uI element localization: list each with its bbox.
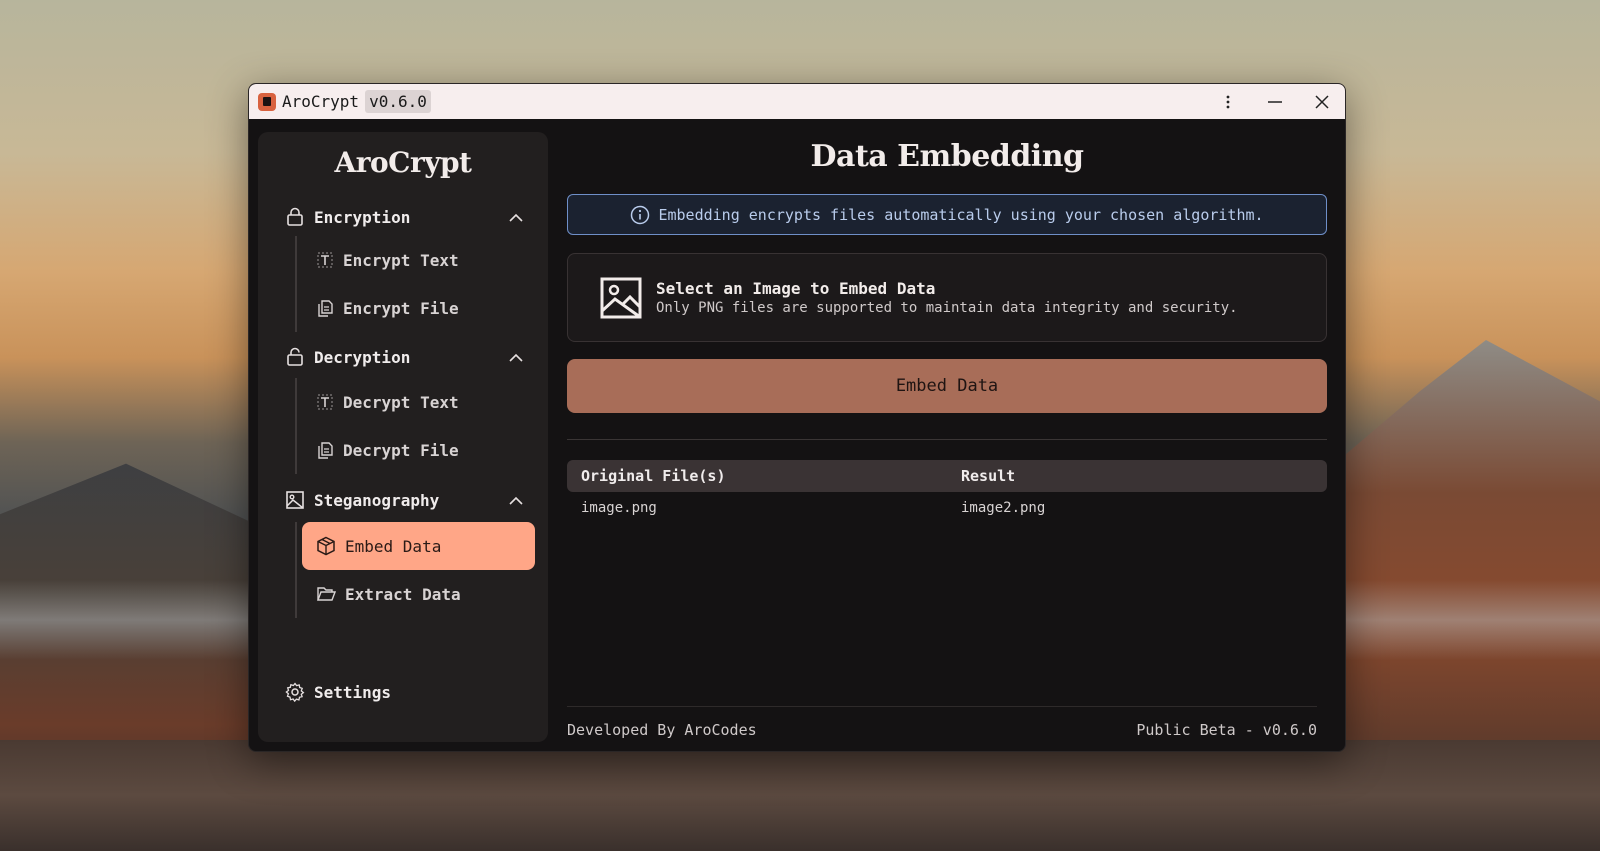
select-card-subtitle: Only PNG files are supported to maintain… bbox=[656, 300, 1238, 316]
tree-line bbox=[295, 522, 297, 618]
column-header-original: Original File(s) bbox=[581, 467, 726, 485]
files-icon bbox=[318, 442, 333, 459]
column-header-result: Result bbox=[961, 467, 1016, 485]
version-badge: v0.6.0 bbox=[365, 90, 431, 113]
text-icon bbox=[317, 252, 333, 268]
info-icon bbox=[631, 205, 650, 224]
titlebar[interactable]: AroCrypt v0.6.0 bbox=[249, 84, 1345, 119]
sidebar-section-label: Steganography bbox=[314, 490, 440, 510]
footer-divider bbox=[567, 706, 1317, 707]
window-title: AroCrypt bbox=[282, 92, 360, 111]
sidebar-item-decrypt-file[interactable]: Decrypt File bbox=[302, 426, 535, 474]
page-title: Data Embedding bbox=[810, 139, 1084, 174]
tree-line bbox=[295, 236, 297, 332]
gear-icon bbox=[285, 682, 305, 702]
unlock-icon bbox=[287, 347, 303, 366]
sidebar-item-label: Embed Data bbox=[345, 536, 442, 556]
sidebar-section-label: Encryption bbox=[314, 207, 411, 227]
files-icon bbox=[318, 300, 333, 317]
sidebar-item-embed-data[interactable]: Embed Data bbox=[302, 522, 535, 570]
sidebar-section-encryption[interactable]: Encryption bbox=[285, 202, 525, 232]
table-header: Original File(s) Result bbox=[567, 460, 1327, 492]
lock-icon bbox=[287, 207, 303, 226]
close-button[interactable] bbox=[1298, 84, 1345, 119]
sidebar-item-label: Decrypt Text bbox=[343, 392, 459, 412]
cell-original-file: image.png bbox=[581, 500, 657, 516]
sidebar: AroCrypt Encryption Encrypt Text Encrypt… bbox=[258, 132, 548, 742]
image-upload-icon bbox=[600, 277, 642, 318]
select-card-title: Select an Image to Embed Data bbox=[656, 279, 936, 298]
more-button[interactable] bbox=[1204, 84, 1251, 119]
sidebar-item-label: Extract Data bbox=[345, 584, 461, 604]
sidebar-section-steganography[interactable]: Steganography bbox=[285, 485, 525, 515]
app-logo-icon bbox=[258, 92, 276, 111]
sidebar-item-encrypt-text[interactable]: Encrypt Text bbox=[302, 236, 535, 284]
results-table: Original File(s) Result image.png image2… bbox=[567, 460, 1327, 524]
sidebar-item-label: Encrypt File bbox=[343, 298, 459, 318]
footer-version: Public Beta - v0.6.0 bbox=[1136, 721, 1317, 739]
package-icon bbox=[317, 536, 335, 556]
tree-line bbox=[295, 378, 297, 474]
sidebar-section-decryption[interactable]: Decryption bbox=[285, 342, 525, 372]
settings-label: Settings bbox=[314, 682, 392, 702]
text-icon bbox=[317, 394, 333, 410]
footer-credit: Developed By AroCodes bbox=[567, 721, 757, 739]
select-image-card[interactable]: Select an Image to Embed Data Only PNG f… bbox=[567, 253, 1327, 342]
minimize-button[interactable] bbox=[1251, 84, 1298, 119]
sidebar-item-encrypt-file[interactable]: Encrypt File bbox=[302, 284, 535, 332]
image-icon bbox=[286, 491, 304, 509]
info-text: Embedding encrypts files automatically u… bbox=[658, 205, 1264, 224]
sidebar-item-settings[interactable]: Settings bbox=[285, 682, 391, 702]
main-content: Data Embedding Embedding encrypts files … bbox=[567, 119, 1335, 751]
folder-open-icon bbox=[316, 587, 336, 601]
close-icon bbox=[1314, 94, 1329, 109]
chevron-up-icon[interactable] bbox=[507, 349, 525, 367]
chevron-up-icon[interactable] bbox=[507, 209, 525, 227]
table-row[interactable]: image.png image2.png bbox=[567, 492, 1327, 524]
divider bbox=[567, 439, 1327, 440]
embed-data-button[interactable]: Embed Data bbox=[567, 359, 1327, 413]
sidebar-item-label: Encrypt Text bbox=[343, 250, 459, 270]
background-floor bbox=[0, 740, 1600, 851]
sidebar-item-decrypt-text[interactable]: Decrypt Text bbox=[302, 378, 535, 426]
cell-result-file: image2.png bbox=[961, 500, 1046, 516]
window-controls bbox=[1204, 84, 1345, 119]
more-vertical-icon bbox=[1226, 95, 1229, 108]
sidebar-title: AroCrypt bbox=[334, 146, 472, 179]
chevron-up-icon[interactable] bbox=[507, 492, 525, 510]
minimize-icon bbox=[1267, 100, 1282, 103]
sidebar-item-label: Decrypt File bbox=[343, 440, 459, 460]
app-window: AroCrypt v0.6.0 AroCrypt Encryption Encr… bbox=[248, 83, 1346, 752]
sidebar-section-label: Decryption bbox=[314, 347, 411, 367]
info-banner: Embedding encrypts files automatically u… bbox=[567, 194, 1327, 235]
sidebar-item-extract-data[interactable]: Extract Data bbox=[302, 570, 535, 618]
